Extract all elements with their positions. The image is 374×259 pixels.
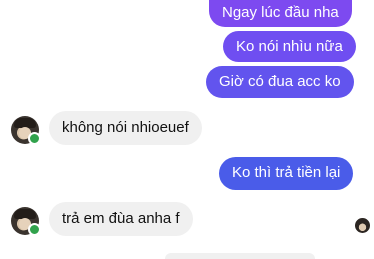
incoming-message[interactable]: không nói nhioeuef [49,111,202,145]
outgoing-message[interactable]: Giờ có đua acc ko [206,66,354,98]
online-dot-icon [28,223,41,236]
outgoing-message[interactable]: Ko nói nhìu nữa [223,31,356,62]
next-message-edge [165,253,315,259]
outgoing-message[interactable]: Ko thì trả tiền lại [219,157,354,190]
online-dot-icon [28,132,41,145]
incoming-message[interactable]: trả em đùa anha f [49,202,193,236]
seen-avatar-icon [355,218,370,233]
contact-avatar-icon[interactable] [11,116,41,145]
outgoing-message[interactable]: Ngay lúc đầu nha [209,0,352,27]
contact-avatar-icon[interactable] [11,207,41,236]
